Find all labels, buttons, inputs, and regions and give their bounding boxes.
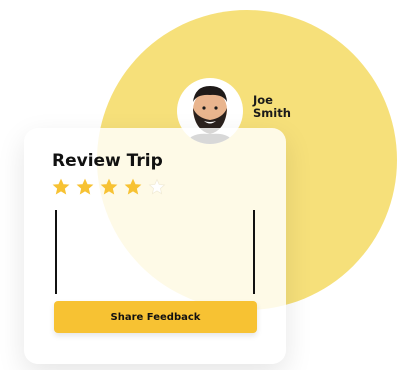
star-filled-icon[interactable] bbox=[52, 178, 70, 196]
star-filled-icon[interactable] bbox=[100, 178, 118, 196]
star-rating bbox=[52, 178, 166, 196]
star-filled-icon[interactable] bbox=[76, 178, 94, 196]
star-filled-icon[interactable] bbox=[124, 178, 142, 196]
review-card: Review Trip Share Feedback bbox=[24, 128, 286, 364]
user-name: Joe Smith bbox=[253, 93, 291, 120]
star-empty-icon[interactable] bbox=[148, 178, 166, 196]
share-feedback-button[interactable]: Share Feedback bbox=[54, 301, 257, 333]
feedback-textarea[interactable] bbox=[55, 210, 255, 294]
card-title: Review Trip bbox=[52, 151, 163, 171]
